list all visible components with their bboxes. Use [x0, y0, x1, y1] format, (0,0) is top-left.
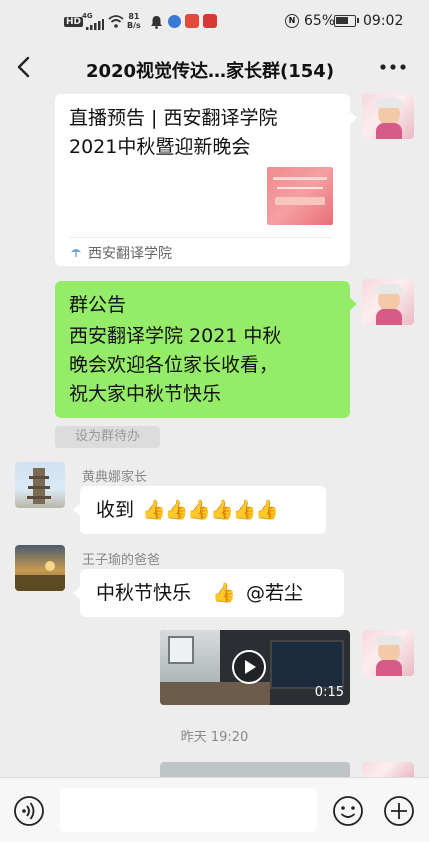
app-notification-icon-3	[203, 14, 217, 28]
sender-name: 王子瑜的爸爸	[82, 553, 161, 568]
timestamp: 昨天 19:20	[180, 730, 249, 745]
link-card-thumbnail	[267, 167, 333, 225]
link-card-message[interactable]: 直播预告 | 西安翻译学院 2021中秋暨迎新晚会 西安翻译学院	[55, 94, 350, 266]
battery-percent: 65%	[304, 13, 336, 29]
video-message[interactable]	[160, 762, 350, 777]
chevron-left-icon[interactable]	[14, 56, 34, 78]
link-card-title-line1: 直播预告 | 西安翻译学院	[69, 107, 278, 129]
avatar[interactable]	[362, 762, 414, 777]
video-message[interactable]: 0:15	[160, 630, 350, 705]
bubble-tail	[350, 298, 357, 310]
speed-value: 81	[128, 12, 140, 21]
smiley-icon[interactable]	[332, 795, 364, 827]
message-input[interactable]	[60, 788, 317, 832]
mention-text[interactable]: @若尘	[246, 579, 303, 608]
announcement-message[interactable]: 群公告 西安翻译学院 2021 中秋 晚会欢迎各位家长收看， 祝大家中秋节快乐	[55, 281, 350, 418]
announcement-line: 晚会欢迎各位家长收看，	[69, 354, 279, 376]
speed-unit: B/s	[127, 21, 141, 30]
avatar[interactable]	[15, 545, 65, 591]
text-message[interactable]: 收到 👍👍👍👍👍👍	[80, 486, 326, 534]
link-card-divider	[69, 237, 333, 238]
message-text: 收到	[96, 499, 135, 521]
chat-title: 2020视觉传达…家长群(154)	[85, 61, 335, 82]
play-icon[interactable]	[232, 650, 266, 684]
video-duration: 0:15	[314, 685, 344, 700]
signal-icon: 4G	[82, 12, 104, 30]
nfc-icon: N	[285, 14, 299, 28]
app-notification-icon-2	[185, 14, 199, 28]
bubble-tail	[73, 504, 80, 516]
thumbs-up-icon: 👍👍👍👍👍👍	[142, 499, 279, 521]
thumbs-up-icon: 👍	[212, 582, 236, 604]
hd-badge: HD	[64, 17, 84, 27]
sender-name: 黄典娜家长	[82, 470, 148, 485]
voice-icon[interactable]	[13, 795, 45, 827]
plus-icon[interactable]	[383, 795, 415, 827]
wifi-icon	[108, 15, 124, 28]
more-dots-icon[interactable]	[380, 63, 406, 71]
network-speed: 81 B/s	[127, 12, 141, 30]
input-bar	[0, 777, 429, 842]
set-todo-button[interactable]: 设为群待办	[55, 426, 160, 448]
battery-icon	[334, 15, 359, 27]
avatar[interactable]	[362, 630, 414, 676]
announcement-line: 祝大家中秋节快乐	[69, 383, 222, 405]
status-bar: HD 4G 81 B/s N 65% 09:02	[0, 0, 429, 44]
app-notification-icon	[168, 15, 181, 28]
bell-icon	[151, 16, 162, 29]
umbrella-icon	[71, 249, 81, 257]
announcement-line: 西安翻译学院 2021 中秋	[69, 325, 282, 347]
announcement-heading: 群公告	[69, 294, 127, 316]
message-text: 中秋节快乐	[96, 582, 192, 604]
link-card-source: 西安翻译学院	[88, 246, 172, 262]
link-card-title-line2: 2021中秋暨迎新晚会	[69, 136, 251, 158]
bubble-tail	[73, 587, 80, 599]
bubble-tail	[350, 112, 357, 124]
avatar[interactable]	[362, 93, 414, 139]
clock: 09:02	[363, 13, 404, 29]
text-message[interactable]: 中秋节快乐 👍 @若尘	[80, 569, 344, 617]
avatar[interactable]	[15, 462, 65, 508]
avatar[interactable]	[362, 279, 414, 325]
chat-header: 2020视觉传达…家长群(154)	[0, 44, 429, 90]
